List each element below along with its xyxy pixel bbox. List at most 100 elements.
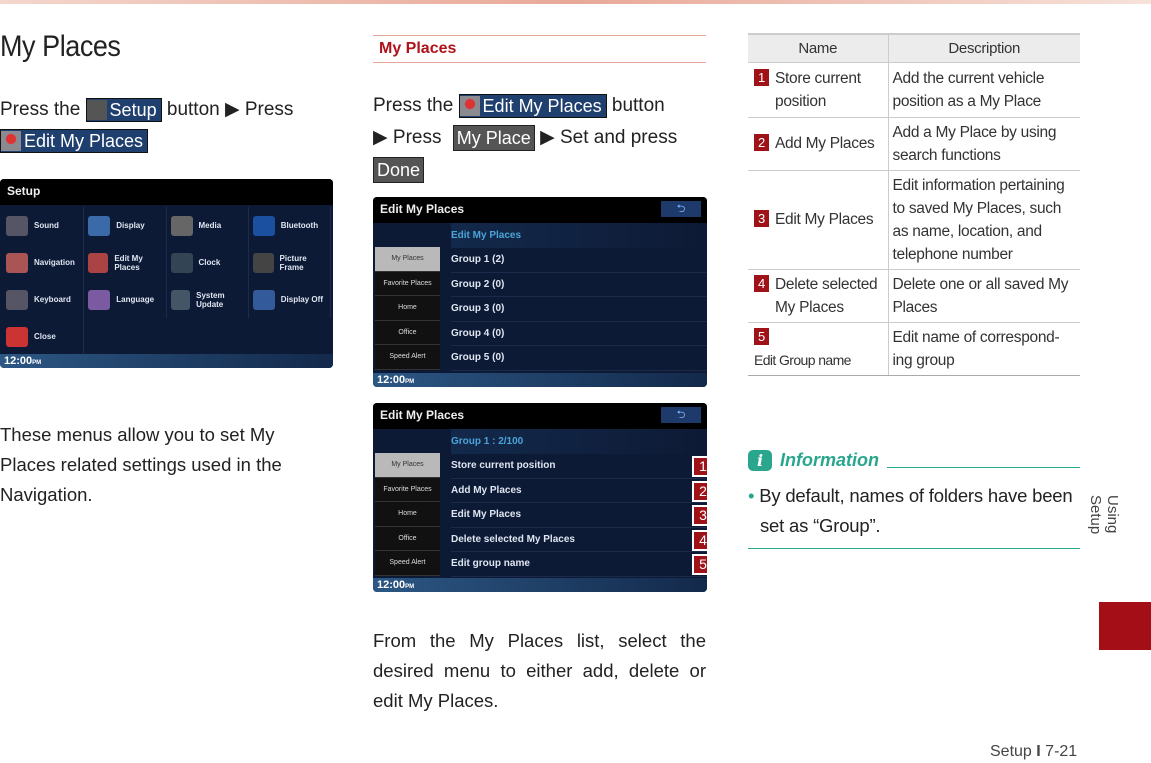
name-cell: 5 Edit Group name (748, 321, 889, 376)
table-row: 5 Edit Group name Edit name of correspond-… (748, 321, 1080, 376)
side-menu-item[interactable]: Office (375, 526, 440, 551)
page-footer: Setup I 7-21 (990, 743, 1077, 761)
side-menu-item[interactable]: Office (375, 320, 440, 345)
setup-item-label: Close (34, 332, 56, 341)
done-button-label: Done (373, 156, 425, 183)
ampm: PM (405, 379, 415, 385)
side-menu-item[interactable]: Speed Alert (375, 551, 440, 576)
edit-my-places-button-label: Edit My Places (458, 93, 607, 118)
setup-item-label: Picture Frame (279, 253, 307, 272)
name-cell: 3 Edit My Places (748, 169, 889, 269)
setup-item[interactable]: Close (2, 318, 85, 355)
section-title: My Places (373, 35, 706, 63)
list-item[interactable]: Delete selected My Places 4 (451, 528, 707, 552)
setup-item-label: Display Off (280, 295, 323, 304)
setup-item[interactable]: Display (84, 207, 167, 244)
edit-my-places-screen-groups: Edit My Places ⮌ My Places Favorite Places H… (373, 197, 707, 387)
setup-item[interactable]: Navigation (2, 244, 85, 281)
setup-screen: Setup Sound Display Media Bluetooth Navigati… (0, 179, 333, 368)
back-button[interactable]: ⮌ (661, 407, 701, 423)
setup-item[interactable]: Sound (2, 207, 85, 244)
side-menu-item[interactable]: Home (375, 502, 440, 527)
setup-item[interactable]: Media (167, 207, 249, 244)
setup-button-label: Setup (85, 97, 162, 122)
list-item[interactable]: Edit My Places 3 (451, 503, 707, 528)
row-description: Edit information pertaining to saved My … (888, 169, 1080, 269)
setup-item-label: Sound (34, 221, 59, 230)
row-description: Edit name of correspond-ing group (888, 321, 1080, 376)
side-menu-item[interactable]: Favorite Places (375, 477, 440, 502)
info-bullet: • By default, names of folders have been… (748, 481, 1080, 541)
side-menu-item[interactable]: My Places (375, 453, 440, 478)
name-cell: 2 Add My Places (748, 116, 889, 170)
setup-label: Setup (109, 99, 157, 120)
list-item[interactable]: Group 3 (0) (451, 297, 707, 322)
list-item[interactable]: Group 4 (0) (451, 322, 707, 346)
list-item-label: Group 2 (0) (451, 278, 505, 290)
clock-icon (170, 252, 193, 273)
side-menu-item[interactable]: Home (375, 296, 440, 321)
list-item-label: Add My Places (451, 484, 522, 496)
row-description: Add the current vehicle position as a My… (888, 61, 1080, 117)
bluetooth-icon (252, 215, 275, 236)
list-item-label: Group 4 (0) (451, 327, 505, 339)
setup-item[interactable]: Keyboard (2, 281, 85, 318)
side-menu-item[interactable]: Favorite Places (375, 271, 440, 296)
setup-item[interactable]: Clock (167, 244, 249, 281)
display-icon (88, 215, 111, 236)
table-row: 3 Edit My Places Edit information pertaini… (748, 169, 1080, 269)
side-menu: My Places Favorite Places Home Office Speed … (375, 247, 440, 370)
row-number: 2 (754, 134, 769, 151)
setup-item-label: Bluetooth (280, 221, 319, 230)
table-row: 4 Delete selected My Places Delete one or … (748, 268, 1080, 322)
middle-description: From the My Places list, select the desi… (373, 630, 706, 711)
setup-item[interactable]: Edit My Places (84, 244, 167, 281)
keyboard-icon (6, 289, 28, 310)
text: ▶ Press (373, 127, 442, 148)
header-description: Description (888, 33, 1080, 62)
row-number: 4 (754, 274, 769, 292)
callout-number: 2 (692, 480, 707, 502)
table-row: 2 Add My Places Add a My Place by using se… (748, 116, 1080, 170)
callout-number: 5 (692, 554, 707, 575)
list-item[interactable]: Group 5 (0) (451, 346, 707, 371)
text: button ▶ Press (166, 99, 294, 120)
table-row: 1 Store current position Add the current v… (748, 61, 1080, 117)
setup-item[interactable]: Bluetooth (249, 207, 331, 244)
setup-item[interactable]: System Update (167, 281, 249, 318)
name-cell: 4 Delete selected My Places (748, 268, 889, 322)
list-item[interactable]: Group 1 (2) (451, 248, 707, 273)
menu-table: Name Description 1 Store current position A… (748, 33, 1080, 376)
edit-my-places-button-label: Edit My Places (0, 128, 149, 153)
setup-item[interactable]: Display Off (249, 281, 331, 318)
bullet-icon: • (748, 485, 760, 506)
clock: 12:00PM (373, 373, 707, 387)
row-description: Add a My Place by using search functions (888, 116, 1080, 170)
setup-item-label: Edit My Places (114, 253, 143, 272)
setup-item-label: Display (116, 221, 145, 230)
top-decor-bar (0, 0, 1151, 4)
row-name: Edit Group name (754, 351, 851, 368)
side-tab-marker (1099, 602, 1151, 650)
side-menu-item[interactable]: My Places (375, 247, 440, 272)
ampm: PM (405, 584, 415, 590)
back-button[interactable]: ⮌ (661, 201, 701, 217)
list-item[interactable]: Group 2 (0) (451, 273, 707, 297)
list-item[interactable]: Edit group name 5 (451, 552, 707, 577)
info-text: By default, names of folders have been s… (759, 485, 1073, 536)
setup-item-label: Navigation (34, 258, 75, 267)
list-item[interactable]: Add My Places 2 (451, 479, 707, 503)
time: 12:00 (377, 579, 406, 591)
setup-item[interactable]: Picture Frame (249, 244, 331, 281)
list: Group 1 : 2/100 Store current position 1 Ad… (451, 429, 707, 577)
setup-item-label: Keyboard (34, 295, 71, 304)
side-menu: My Places Favorite Places Home Office Speed … (375, 453, 440, 576)
side-menu-item[interactable]: Speed Alert (375, 345, 440, 370)
list-item[interactable]: Store current position 1 (451, 454, 707, 479)
info-title: Information (780, 450, 879, 470)
text: Press the (0, 99, 81, 120)
setup-item[interactable]: Language (84, 281, 167, 318)
navigation-icon (6, 252, 28, 273)
row-name: Delete selected My Places (775, 275, 878, 316)
callout-number: 4 (692, 529, 707, 551)
